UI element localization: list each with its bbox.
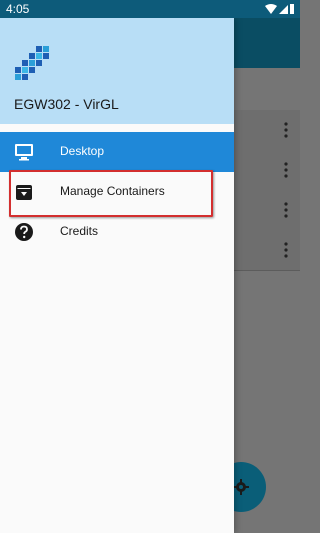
signal-icon	[279, 5, 288, 14]
monitor-icon	[15, 144, 33, 161]
highlight-box	[9, 170, 213, 217]
gear-icon	[233, 479, 249, 495]
battery-icon	[290, 4, 294, 14]
more-vert-icon[interactable]	[284, 242, 288, 258]
more-vert-icon[interactable]	[284, 162, 288, 178]
list-item[interactable]	[234, 110, 300, 151]
navigation-drawer: EGW302 - VirGL Desktop Manage Containers…	[0, 18, 234, 533]
wifi-icon	[265, 4, 277, 14]
app-logo-icon	[15, 46, 49, 80]
list-item[interactable]	[234, 230, 300, 271]
nav-item-label: Credits	[60, 224, 99, 238]
more-vert-icon[interactable]	[284, 202, 288, 218]
more-vert-icon[interactable]	[284, 122, 288, 138]
status-icons	[265, 4, 294, 14]
list-item[interactable]	[234, 150, 300, 191]
nav-item-desktop[interactable]: Desktop	[0, 132, 234, 172]
status-bar: 4:05	[0, 0, 300, 18]
help-circle-icon	[15, 223, 33, 241]
nav-item-label: Desktop	[60, 144, 105, 158]
list-item[interactable]	[234, 190, 300, 231]
nav-item-credits[interactable]: Credits	[0, 212, 234, 252]
status-time: 4:05	[6, 2, 30, 16]
drawer-title: EGW302 - VirGL	[14, 96, 119, 112]
drawer-header: EGW302 - VirGL	[0, 18, 234, 124]
